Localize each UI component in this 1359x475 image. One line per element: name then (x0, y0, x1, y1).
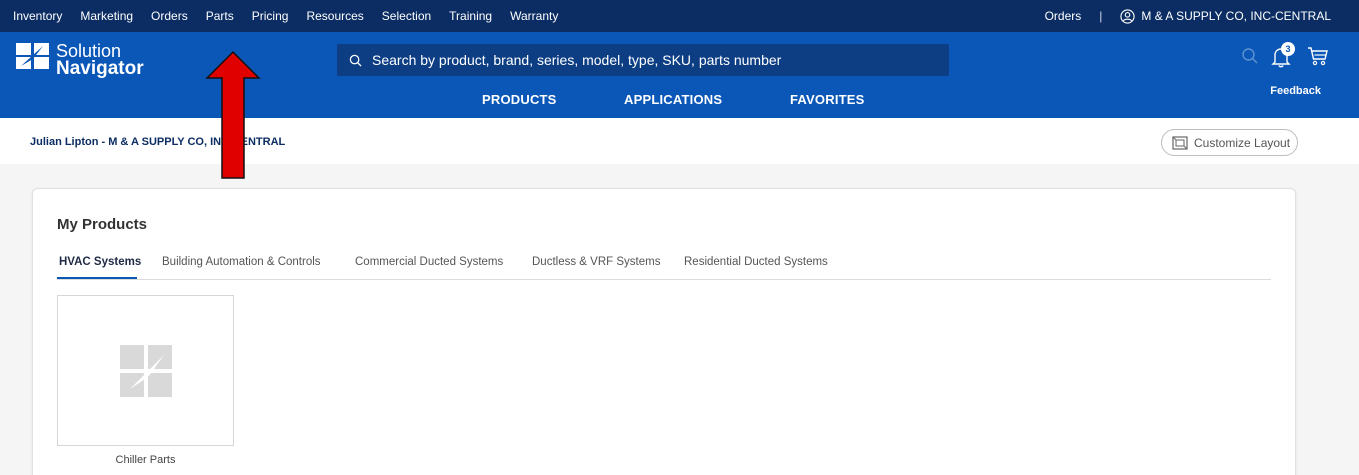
product-tabs: HVAC Systems Building Automation & Contr… (57, 256, 1271, 280)
product-placeholder-icon (120, 345, 172, 397)
user-circle-icon (1120, 8, 1136, 24)
top-menu: Inventory Marketing Orders Parts Pricing… (0, 9, 567, 23)
top-menu-orders[interactable]: Orders (142, 9, 197, 23)
top-menu-inventory[interactable]: Inventory (4, 9, 71, 23)
account-name: M & A SUPPLY CO, INC-CENTRAL (1141, 9, 1331, 23)
tab-residential-ducted[interactable]: Residential Ducted Systems (684, 256, 828, 268)
layout-icon (1172, 135, 1188, 150)
top-menu-marketing[interactable]: Marketing (71, 9, 142, 23)
main-nav: PRODUCTS APPLICATIONS FAVORITES (0, 92, 1359, 112)
account-menu[interactable]: M & A SUPPLY CO, INC-CENTRAL (1120, 8, 1331, 24)
top-menu-warranty[interactable]: Warranty (501, 9, 567, 23)
top-menu-parts[interactable]: Parts (197, 9, 243, 23)
search-bar[interactable] (337, 44, 949, 76)
header-search-icon[interactable] (1241, 47, 1259, 65)
top-utility-bar: Inventory Marketing Orders Parts Pricing… (0, 0, 1359, 32)
my-products-card: My Products HVAC Systems Building Automa… (32, 188, 1296, 475)
search-input[interactable] (372, 52, 932, 68)
header-icons: 3 (1241, 42, 1329, 68)
tab-building-automation[interactable]: Building Automation & Controls (162, 256, 321, 268)
search-icon (349, 54, 362, 67)
logo-line2: Navigator (56, 58, 144, 79)
product-tile-chiller-parts[interactable] (57, 295, 234, 446)
customize-layout-label: Customize Layout (1194, 135, 1291, 150)
top-separator: | (1099, 9, 1103, 23)
nav-favorites[interactable]: FAVORITES (790, 92, 865, 107)
top-menu-pricing[interactable]: Pricing (243, 9, 298, 23)
sub-bar: Julian Lipton - M & A SUPPLY CO, INC-CEN… (0, 118, 1359, 164)
notifications-button[interactable]: 3 (1271, 42, 1295, 68)
top-menu-selection[interactable]: Selection (373, 9, 440, 23)
top-orders-link[interactable]: Orders (1045, 9, 1082, 23)
cart-icon[interactable] (1307, 45, 1329, 67)
notification-badge: 3 (1281, 42, 1295, 56)
feedback-link[interactable]: Feedback (1270, 85, 1321, 97)
logo-mark-icon (16, 43, 49, 69)
active-tab-underline (57, 277, 137, 279)
top-right-group: Orders | M & A SUPPLY CO, INC-CENTRAL (1045, 0, 1331, 32)
top-menu-training[interactable]: Training (440, 9, 501, 23)
logo[interactable]: Solution Navigator (16, 42, 144, 78)
customize-layout-button[interactable]: Customize Layout (1161, 129, 1298, 156)
main-header: Solution Navigator PRODUCTS APPLICATIONS… (0, 32, 1359, 118)
tab-hvac-systems[interactable]: HVAC Systems (59, 256, 141, 268)
tab-ductless-vrf[interactable]: Ductless & VRF Systems (532, 256, 660, 268)
top-menu-resources[interactable]: Resources (297, 9, 372, 23)
card-title: My Products (57, 216, 148, 233)
nav-applications[interactable]: APPLICATIONS (624, 92, 722, 107)
red-arrow (205, 50, 261, 179)
tile-label: Chiller Parts (115, 454, 176, 466)
nav-products[interactable]: PRODUCTS (482, 92, 557, 107)
tab-commercial-ducted[interactable]: Commercial Ducted Systems (355, 256, 503, 268)
